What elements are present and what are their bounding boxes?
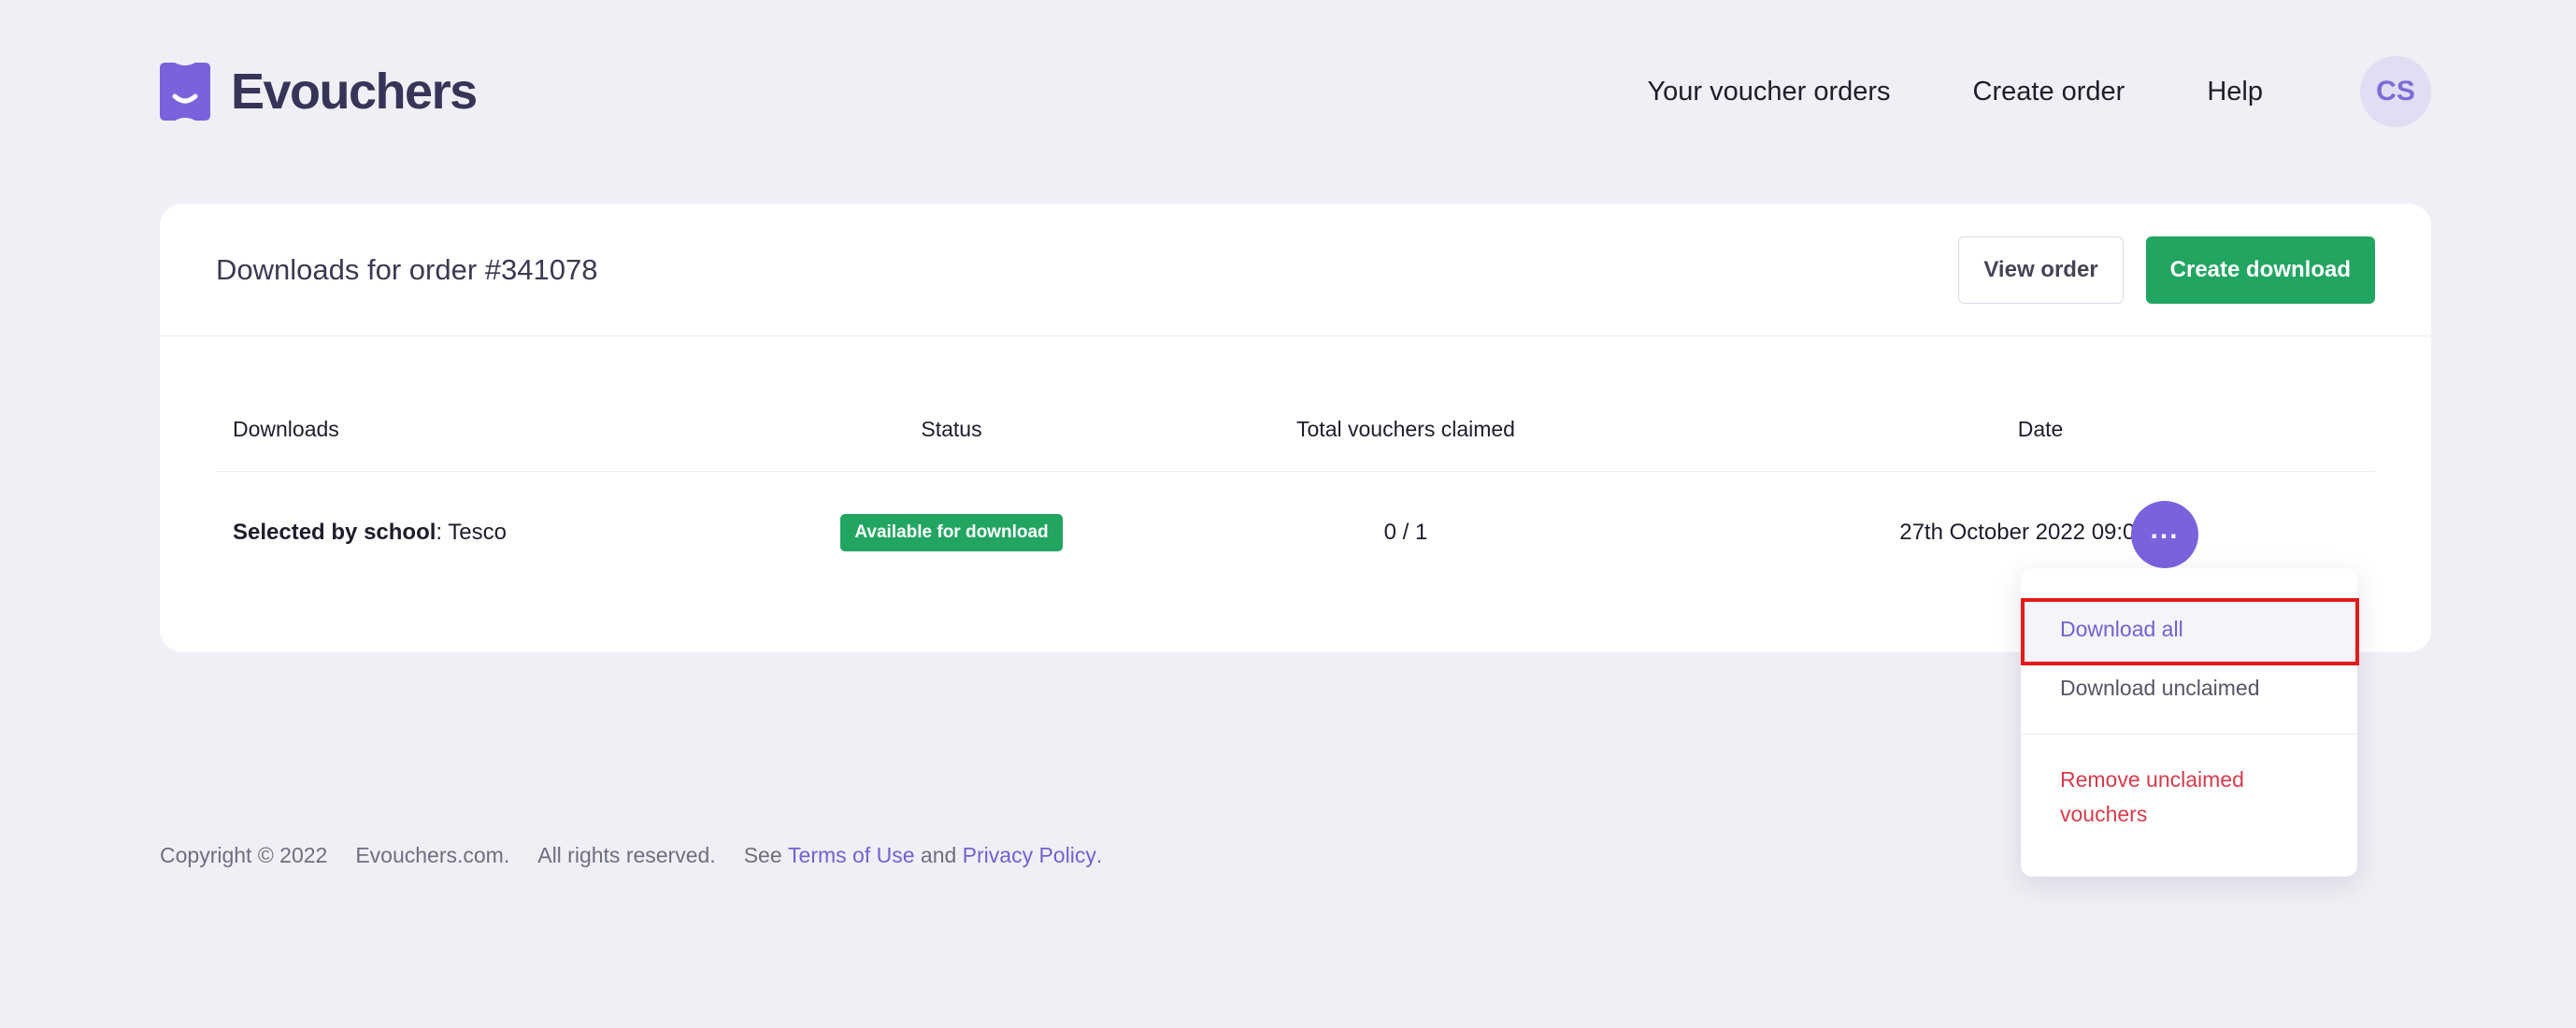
menu-item-remove-unclaimed[interactable]: Remove unclaimed vouchers [2060, 763, 2312, 832]
menu-item-download-unclaimed[interactable]: Download unclaimed [2060, 676, 2260, 701]
footer-see: See [743, 843, 782, 867]
download-label-value: : Tesco [436, 520, 508, 545]
privacy-link[interactable]: Privacy Policy [963, 843, 1096, 868]
brand-logo[interactable]: Evouchers [160, 63, 478, 121]
nav-help[interactable]: Help [2207, 77, 2263, 107]
page-title: Downloads for order #341078 [216, 252, 598, 286]
footer-site: Evouchers.com. [355, 843, 510, 867]
footer: Copyright © 2022 Evouchers.com. All righ… [160, 843, 1102, 868]
header-date: Date [2017, 417, 2064, 441]
nav-voucher-orders[interactable]: Your voucher orders [1647, 77, 1890, 107]
footer-period: . [1095, 843, 1103, 867]
view-order-button[interactable]: View order [1958, 236, 2124, 304]
highlight-box [2021, 598, 2359, 665]
card-header: Downloads for order #341078 View order C… [160, 204, 2431, 336]
download-name-cell: Selected by school : Tesco [233, 472, 507, 593]
downloads-table: Downloads Status Total vouchers claimed … [216, 409, 2375, 593]
row-actions-button[interactable]: ... [2131, 501, 2198, 568]
more-dots-icon: ... [2150, 514, 2180, 545]
create-download-button[interactable]: Create download [2145, 236, 2375, 304]
footer-rights: All rights reserved. [537, 843, 716, 867]
main-nav: Your voucher orders Create order Help CS [1647, 56, 2431, 127]
status-cell: Available for download [811, 472, 1092, 593]
status-badge: Available for download [840, 514, 1063, 551]
logo-icon [160, 63, 210, 121]
top-header: Evouchers Your voucher orders Create ord… [160, 56, 2431, 127]
table-header: Downloads Status Total vouchers claimed … [216, 409, 2375, 472]
brand-name: Evouchers [231, 64, 478, 120]
terms-link[interactable]: Terms of Use [788, 843, 914, 868]
claimed-cell: 0 / 1 [1383, 520, 1428, 545]
header-status: Status [921, 417, 982, 441]
footer-and: and [920, 843, 957, 867]
menu-divider [2021, 734, 2357, 735]
footer-copyright: Copyright © 2022 [160, 843, 328, 867]
card-actions: View order Create download [1958, 236, 2375, 304]
nav-create-order[interactable]: Create order [1973, 77, 2125, 107]
header-total-claimed: Total vouchers claimed [1296, 417, 1515, 441]
page: Evouchers Your voucher orders Create ord… [0, 0, 2576, 1028]
user-avatar[interactable]: CS [2360, 56, 2431, 127]
download-label-bold: Selected by school [233, 520, 436, 545]
header-downloads: Downloads [233, 417, 339, 441]
